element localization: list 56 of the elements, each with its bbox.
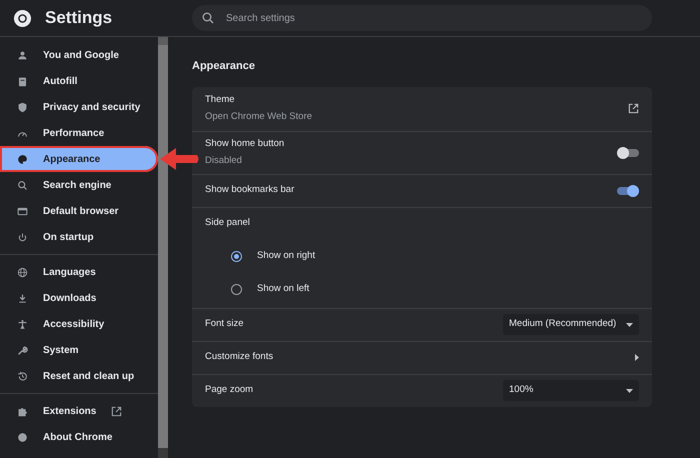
page-title: Settings bbox=[45, 7, 112, 30]
setting-label: Show home button bbox=[205, 136, 286, 151]
chevron-right-icon[interactable] bbox=[635, 354, 639, 361]
power-icon bbox=[17, 232, 28, 242]
palette-icon bbox=[17, 154, 28, 164]
radio-label: Show on right bbox=[257, 248, 316, 263]
setting-label: Theme bbox=[205, 92, 236, 107]
radio-button[interactable] bbox=[231, 284, 242, 294]
accessibility-icon bbox=[17, 318, 28, 330]
sidebar-item[interactable]: About Chrome bbox=[0, 424, 158, 450]
external-link-icon[interactable] bbox=[628, 103, 639, 114]
section-title: Appearance bbox=[192, 59, 256, 74]
sidebar-item[interactable]: Extensions bbox=[0, 398, 158, 424]
scrollbar[interactable] bbox=[158, 37, 168, 458]
search-input: Search settings bbox=[226, 10, 642, 26]
sidebar-item[interactable]: System bbox=[0, 337, 158, 363]
toggle-switch[interactable] bbox=[617, 184, 639, 196]
sidebar-item[interactable]: Accessibility bbox=[0, 311, 158, 337]
setting-label: Page zoom bbox=[205, 383, 254, 398]
caret-icon bbox=[626, 388, 633, 392]
sidebar-item[interactable]: Privacy and security bbox=[0, 94, 158, 120]
sidebar-item[interactable]: Autofill bbox=[0, 68, 158, 94]
sidebar-item[interactable]: On startup bbox=[0, 224, 158, 250]
shield-icon bbox=[17, 102, 28, 112]
caret-icon bbox=[626, 322, 633, 326]
history-icon bbox=[17, 370, 28, 382]
dropdown[interactable]: Medium (Recommended) bbox=[503, 314, 639, 335]
clipboard-icon bbox=[17, 76, 28, 86]
sidebar-item[interactable]: You and Google bbox=[0, 42, 158, 68]
sidebar-item[interactable]: Downloads bbox=[0, 285, 158, 311]
sidebar-item[interactable]: Performance bbox=[0, 120, 158, 146]
sidebar-item[interactable]: Default browser bbox=[0, 198, 158, 224]
setting-description: Disabled bbox=[205, 154, 243, 168]
annotation-arrow bbox=[160, 148, 198, 170]
setting-label: Customize fonts bbox=[205, 350, 274, 364]
search-field[interactable]: Search settings bbox=[192, 5, 652, 31]
setting-label: Font size bbox=[205, 317, 245, 332]
dropdown[interactable]: 100% bbox=[503, 380, 639, 401]
download-icon bbox=[17, 292, 28, 304]
wrench-icon bbox=[17, 344, 28, 356]
person-icon bbox=[17, 50, 28, 60]
sidebar-item[interactable]: Reset and clean up bbox=[0, 363, 158, 389]
puzzle-icon bbox=[17, 406, 28, 416]
toggle-switch[interactable] bbox=[617, 146, 639, 158]
setting-label: Show bookmarks bar bbox=[205, 183, 296, 198]
globe-icon bbox=[17, 266, 28, 278]
setting-description: Open Chrome Web Store bbox=[205, 110, 314, 124]
radio-button[interactable] bbox=[231, 250, 242, 262]
sidebar-item[interactable]: Languages bbox=[0, 259, 158, 285]
external-link-icon bbox=[111, 406, 122, 416]
setting-label: Side panel bbox=[205, 216, 250, 230]
search-icon bbox=[17, 180, 28, 190]
search-icon bbox=[202, 12, 214, 24]
sidebar-item[interactable]: Search engine bbox=[0, 172, 158, 198]
browser-window-icon bbox=[17, 206, 28, 216]
radio-label: Show on left bbox=[257, 282, 310, 296]
